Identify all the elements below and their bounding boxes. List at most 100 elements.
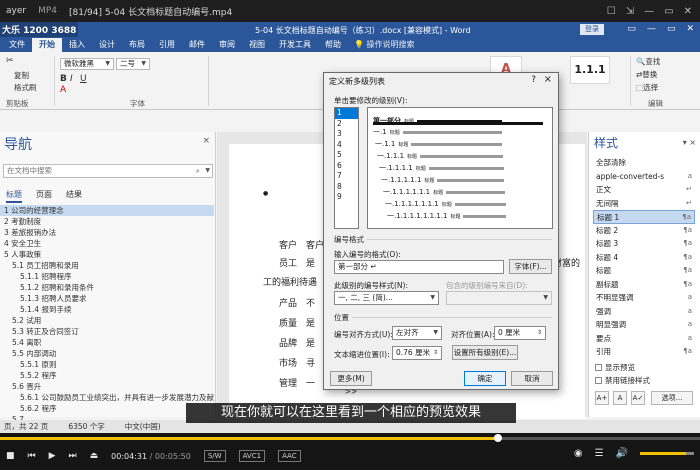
- tab-view[interactable]: 视图: [242, 38, 272, 52]
- level-option[interactable]: 1: [335, 108, 358, 119]
- tab-layout[interactable]: 布局: [122, 38, 152, 52]
- spin-icon[interactable]: ⇕: [537, 327, 542, 339]
- ribbon-display-icon[interactable]: ▭: [627, 24, 636, 34]
- minimize-icon[interactable]: —: [644, 6, 654, 17]
- progress-handle[interactable]: [494, 434, 503, 442]
- player-menu[interactable]: ayer: [0, 6, 32, 16]
- tab-home[interactable]: 开始: [32, 38, 62, 52]
- style-gallery-item[interactable]: 1.1.1: [570, 56, 610, 84]
- italic-icon[interactable]: I: [70, 74, 73, 84]
- volume-slider[interactable]: [640, 452, 694, 455]
- style-item[interactable]: 全部清除: [593, 156, 695, 170]
- play-icon[interactable]: ▶: [49, 451, 56, 461]
- style-item[interactable]: 强调 a: [593, 305, 695, 319]
- manage-styles-button[interactable]: A✓: [631, 391, 645, 405]
- tab-references[interactable]: 引用: [152, 38, 182, 52]
- level-listbox[interactable]: 123456789: [334, 107, 359, 229]
- tab-file[interactable]: 文件: [2, 38, 32, 52]
- options-button[interactable]: 选项...: [651, 391, 693, 405]
- eject-icon[interactable]: ⏏: [90, 451, 99, 461]
- style-item[interactable]: apple-converted-s a: [593, 170, 695, 184]
- previous-icon[interactable]: ⏮: [28, 451, 36, 461]
- nav-heading-item[interactable]: 5.1.2 招聘和录用条件: [0, 282, 214, 293]
- progress-bar[interactable]: [0, 434, 700, 442]
- tab-results[interactable]: 结果: [66, 189, 82, 203]
- style-item[interactable]: 无间隔 ↵: [593, 197, 695, 211]
- nav-heading-item[interactable]: 5.6.2 程序: [0, 403, 214, 414]
- nav-heading-item[interactable]: 5.1.4 报到手续: [0, 304, 214, 315]
- nav-heading-item[interactable]: 5.5.1 原则: [0, 359, 214, 370]
- nav-search-input[interactable]: 在文档中搜索 ⌕ ▼: [3, 164, 213, 178]
- align-at-stepper[interactable]: 0 厘米 ⇕: [494, 326, 546, 340]
- style-item[interactable]: 引用 ¶a: [593, 345, 695, 359]
- nav-heading-item[interactable]: 5.3 转正及合同签订: [0, 326, 214, 337]
- level-option[interactable]: 2: [335, 119, 358, 130]
- find-button[interactable]: 🔍查找: [636, 56, 660, 67]
- bold-icon[interactable]: B: [60, 74, 67, 84]
- tell-me-search[interactable]: 💡 操作说明搜索: [348, 38, 421, 52]
- level-option[interactable]: 5: [335, 150, 358, 161]
- login-button[interactable]: 登录: [580, 24, 604, 35]
- fullscreen-icon[interactable]: ⇲: [626, 6, 634, 17]
- tab-design[interactable]: 设计: [92, 38, 122, 52]
- cancel-button[interactable]: 取消: [511, 371, 553, 386]
- font-color-icon[interactable]: A: [60, 85, 66, 95]
- style-item[interactable]: 正文 ↵: [593, 183, 695, 197]
- spin-icon[interactable]: ⇕: [433, 347, 438, 359]
- nav-heading-item[interactable]: 5.5 内部调动: [0, 348, 214, 359]
- tab-developer[interactable]: 开发工具: [272, 38, 318, 52]
- style-item[interactable]: 要点 a: [593, 332, 695, 346]
- select-button[interactable]: ⬚选择: [636, 82, 658, 93]
- show-preview-checkbox[interactable]: 显示预览: [595, 362, 635, 373]
- nav-heading-item[interactable]: 5.4 离职: [0, 337, 214, 348]
- help-icon[interactable]: ?: [531, 75, 536, 85]
- underline-icon[interactable]: U: [80, 74, 87, 84]
- nav-heading-item[interactable]: 2 考勤制度: [0, 216, 214, 227]
- level-option[interactable]: 3: [335, 129, 358, 140]
- style-item[interactable]: 明显强调 a: [593, 318, 695, 332]
- stop-icon[interactable]: ■: [6, 451, 15, 461]
- style-inspector-button[interactable]: A: [613, 391, 627, 405]
- tab-insert[interactable]: 插入: [62, 38, 92, 52]
- word-restore-icon[interactable]: ▭: [667, 24, 676, 34]
- tab-headings[interactable]: 标题: [6, 189, 22, 203]
- maximize-icon[interactable]: ▭: [664, 6, 673, 17]
- close-icon[interactable]: ✕: [684, 6, 692, 17]
- format-painter-button[interactable]: 格式刷: [14, 82, 37, 93]
- level-option[interactable]: 7: [335, 171, 358, 182]
- close-icon[interactable]: ×: [202, 136, 210, 146]
- font-size-combo[interactable]: 二号 ▼: [116, 58, 150, 70]
- nav-heading-item[interactable]: 5.6 晋升: [0, 381, 214, 392]
- ok-button[interactable]: 确定: [464, 371, 506, 386]
- close-icon[interactable]: ▾ ×: [683, 138, 696, 147]
- tag-sw[interactable]: S/W: [203, 450, 226, 462]
- disable-linked-checkbox[interactable]: 禁用链接样式: [595, 375, 650, 386]
- 3d-icon[interactable]: ◉: [574, 448, 583, 459]
- playlist-icon[interactable]: ☰: [595, 448, 604, 459]
- style-item[interactable]: 标题 4 ¶a: [593, 251, 695, 265]
- nav-heading-item[interactable]: 5.6.1 公司鼓励员工业绩突出，并具有进一步发展潜力及献身精神: [0, 392, 214, 403]
- word-close-icon[interactable]: ✕: [686, 24, 694, 34]
- nav-heading-item[interactable]: 5.2 试用: [0, 315, 214, 326]
- text-indent-stepper[interactable]: 0.76 厘米 ⇕: [392, 346, 442, 360]
- next-icon[interactable]: ⏭: [69, 451, 77, 461]
- tab-help[interactable]: 帮助: [318, 38, 348, 52]
- font-name-combo[interactable]: 微软雅黑 ▼: [60, 58, 114, 70]
- more-button[interactable]: 更多(M) >>: [330, 371, 372, 396]
- copy-button[interactable]: 复制: [14, 70, 29, 81]
- new-style-button[interactable]: A+: [595, 391, 609, 405]
- pin-icon[interactable]: ☐: [607, 6, 616, 17]
- nav-heading-item[interactable]: 5.5.2 程序: [0, 370, 214, 381]
- style-item[interactable]: 标题 ¶a: [593, 264, 695, 278]
- nav-heading-item[interactable]: 4 安全卫生: [0, 238, 214, 249]
- replace-button[interactable]: ⇄替换: [636, 69, 657, 80]
- cut-icon[interactable]: ✂: [6, 56, 14, 66]
- nav-heading-item[interactable]: 3 差旅报销办法: [0, 227, 214, 238]
- nav-heading-item[interactable]: 5.1.3 招聘人员要求: [0, 293, 214, 304]
- nav-heading-item[interactable]: 1 公司的经营理念: [0, 205, 214, 216]
- chevron-down-icon[interactable]: ▼: [205, 165, 210, 177]
- style-item[interactable]: 标题 3 ¶a: [593, 237, 695, 251]
- tab-review[interactable]: 审阅: [212, 38, 242, 52]
- style-item[interactable]: 标题 2 ¶a: [593, 224, 695, 238]
- nav-heading-item[interactable]: 5 人事政策: [0, 249, 214, 260]
